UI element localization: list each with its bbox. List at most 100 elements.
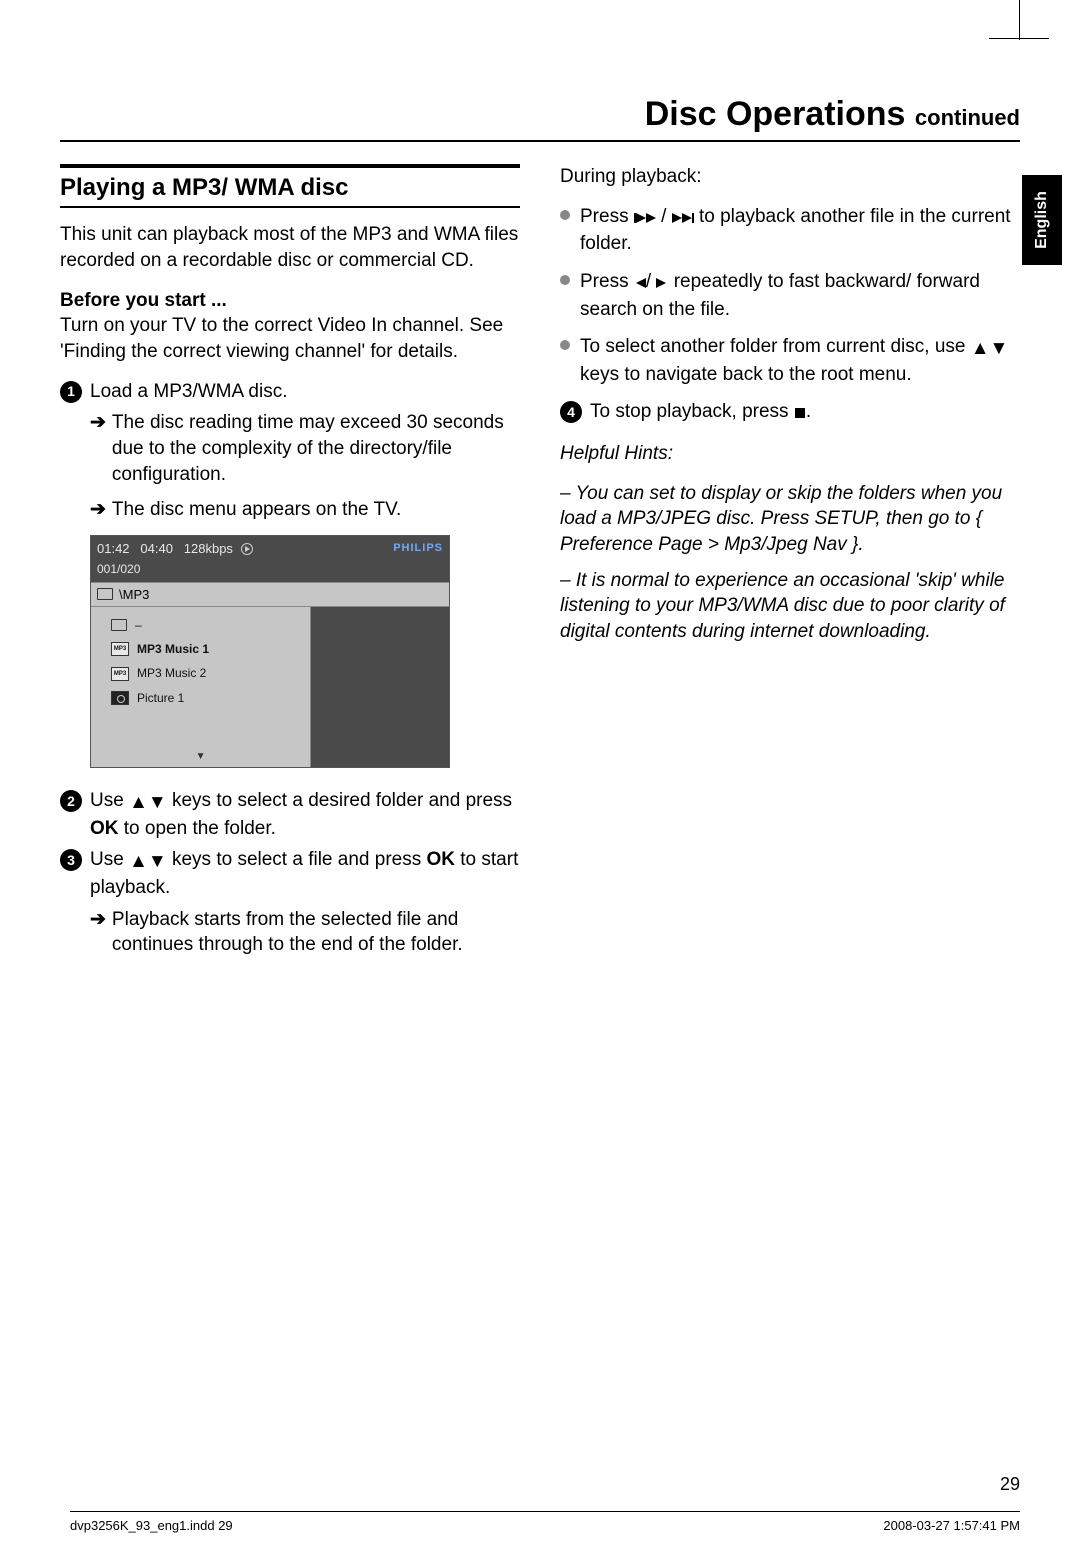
playback-bullet-3: To select another folder from current di… [560, 334, 1020, 387]
t: Press [580, 206, 634, 227]
t: To stop playback, press [590, 401, 794, 422]
play-status-icon [241, 543, 253, 555]
step-1-note-1: ➔ The disc reading time may exceed 30 se… [60, 410, 520, 487]
page-title-main: Disc Operations [645, 95, 906, 133]
before-you-start: Before you start ... Turn on your TV to … [60, 288, 520, 365]
step-4: 4 To stop playback, press . [560, 399, 1020, 427]
step-3-number: 3 [60, 849, 82, 871]
brand-logo: PHILIPS [393, 541, 443, 556]
step-3-text: Use ▲▼ keys to select a file and press O… [90, 847, 520, 900]
language-tab: English [1022, 175, 1062, 265]
bullet-text: To select another folder from current di… [580, 334, 1020, 387]
t: Use [90, 849, 129, 870]
during-playback-label: During playback: [560, 164, 1020, 190]
ok-key: OK [90, 818, 119, 839]
language-tab-label: English [1033, 191, 1051, 249]
screen-time-info: 01:42 04:40 128kbps [97, 540, 253, 558]
ok-key: OK [427, 849, 456, 870]
mp3-file-icon: MP3 [111, 642, 129, 656]
t: Use [90, 790, 129, 811]
footer-file: dvp3256K_93_eng1.indd 29 [70, 1518, 233, 1533]
list-item: MP3 MP3 Music 2 [111, 665, 304, 681]
up-down-icon: ▲▼ [971, 336, 1009, 362]
scroll-down-icon: ▼ [196, 750, 206, 764]
content-columns: Playing a MP3/ WMA disc This unit can pl… [60, 164, 1020, 968]
list-item-label: MP3 Music 1 [137, 641, 209, 657]
screen-bitrate: 128kbps [184, 541, 233, 556]
crop-mark-top [0, 0, 1020, 40]
screen-path-text: \MP3 [119, 586, 149, 604]
screen-track-index: 001/020 [91, 561, 449, 581]
step-1-note-2-text: The disc menu appears on the TV. [112, 497, 401, 523]
arrow-icon: ➔ [90, 497, 106, 523]
step-1: 1 Load a MP3/WMA disc. [60, 379, 520, 405]
rewind-icon [634, 271, 646, 297]
step-1-note-1-text: The disc reading time may exceed 30 seco… [112, 410, 520, 487]
page-title: Disc Operations continued [60, 95, 1020, 134]
bullet-icon [560, 210, 570, 220]
before-label: Before you start ... [60, 290, 227, 311]
step-2-text: Use ▲▼ keys to select a desired folder a… [90, 788, 520, 841]
bullet-icon [560, 275, 570, 285]
list-item: – [111, 617, 304, 633]
folder-up-icon [111, 619, 127, 631]
step-4-number: 4 [560, 401, 582, 423]
step-1-number: 1 [60, 381, 82, 403]
forward-icon [656, 271, 668, 297]
section-heading-text: Playing a MP3/ WMA disc [60, 174, 349, 201]
step-1-note-2: ➔ The disc menu appears on the TV. [60, 497, 520, 523]
hints-label: Helpful Hints: [560, 443, 673, 464]
before-text: Turn on your TV to the correct Video In … [60, 315, 503, 362]
hint-1: – You can set to display or skip the fol… [560, 481, 1020, 558]
list-item-label: Picture 1 [137, 690, 184, 706]
t: keys to select a desired folder and pres… [172, 790, 512, 811]
bullet-icon [560, 340, 570, 350]
next-track-icon [672, 206, 694, 232]
bullet-text: Press / to playback another file in the … [580, 204, 1020, 257]
screen-file-list: – MP3 MP3 Music 1 MP3 MP3 Music 2 Pic [91, 607, 311, 767]
left-column: Playing a MP3/ WMA disc This unit can pl… [60, 164, 520, 968]
bullet-text: Press / repeatedly to fast backward/ for… [580, 269, 1020, 322]
prev-track-icon [634, 206, 656, 232]
picture-file-icon [111, 691, 129, 705]
arrow-icon: ➔ [90, 410, 106, 487]
t: to open the folder. [124, 818, 276, 839]
page-number: 29 [1000, 1474, 1020, 1495]
t: keys to navigate back to the root menu. [580, 364, 912, 385]
screen-path-bar: \MP3 [91, 582, 449, 608]
step-1-text: Load a MP3/WMA disc. [90, 379, 520, 405]
screen-elapsed: 01:42 [97, 541, 130, 556]
right-column: During playback: Press / to playback ano… [560, 164, 1020, 968]
playback-bullet-2: Press / repeatedly to fast backward/ for… [560, 269, 1020, 322]
print-footer: dvp3256K_93_eng1.indd 29 2008-03-27 1:57… [70, 1511, 1020, 1533]
screen-body: – MP3 MP3 Music 1 MP3 MP3 Music 2 Pic [91, 607, 449, 767]
page-title-continued: continued [915, 105, 1020, 130]
up-down-icon: ▲▼ [129, 790, 167, 816]
step-2: 2 Use ▲▼ keys to select a desired folder… [60, 788, 520, 841]
mp3-file-icon: MP3 [111, 667, 129, 681]
hint-2: – It is normal to experience an occasion… [560, 568, 1020, 645]
up-down-icon: ▲▼ [129, 849, 167, 875]
screen-preview-pane [311, 607, 449, 767]
t: . [806, 401, 811, 422]
screen-total: 04:40 [140, 541, 173, 556]
section-heading: Playing a MP3/ WMA disc [60, 164, 520, 208]
step-3-note: ➔ Playback starts from the selected file… [60, 907, 520, 958]
step-2-number: 2 [60, 790, 82, 812]
title-rule [60, 140, 1020, 142]
footer-timestamp: 2008-03-27 1:57:41 PM [883, 1518, 1020, 1533]
list-item: Picture 1 [111, 690, 304, 706]
playback-bullet-1: Press / to playback another file in the … [560, 204, 1020, 257]
list-item-label: MP3 Music 2 [137, 665, 206, 681]
folder-icon [97, 588, 113, 600]
step-3-note-text: Playback starts from the selected file a… [112, 907, 520, 958]
arrow-icon: ➔ [90, 907, 106, 958]
helpful-hints: Helpful Hints: [560, 441, 1020, 467]
manual-page: English Disc Operations continued Playin… [0, 0, 1080, 1567]
intro-paragraph: This unit can playback most of the MP3 a… [60, 222, 520, 273]
stop-icon [794, 401, 806, 427]
list-item-label: – [135, 617, 142, 633]
screen-status-bar: 01:42 04:40 128kbps PHILIPS [91, 536, 449, 562]
list-item: MP3 MP3 Music 1 [111, 641, 304, 657]
t: keys to select a file and press [172, 849, 427, 870]
